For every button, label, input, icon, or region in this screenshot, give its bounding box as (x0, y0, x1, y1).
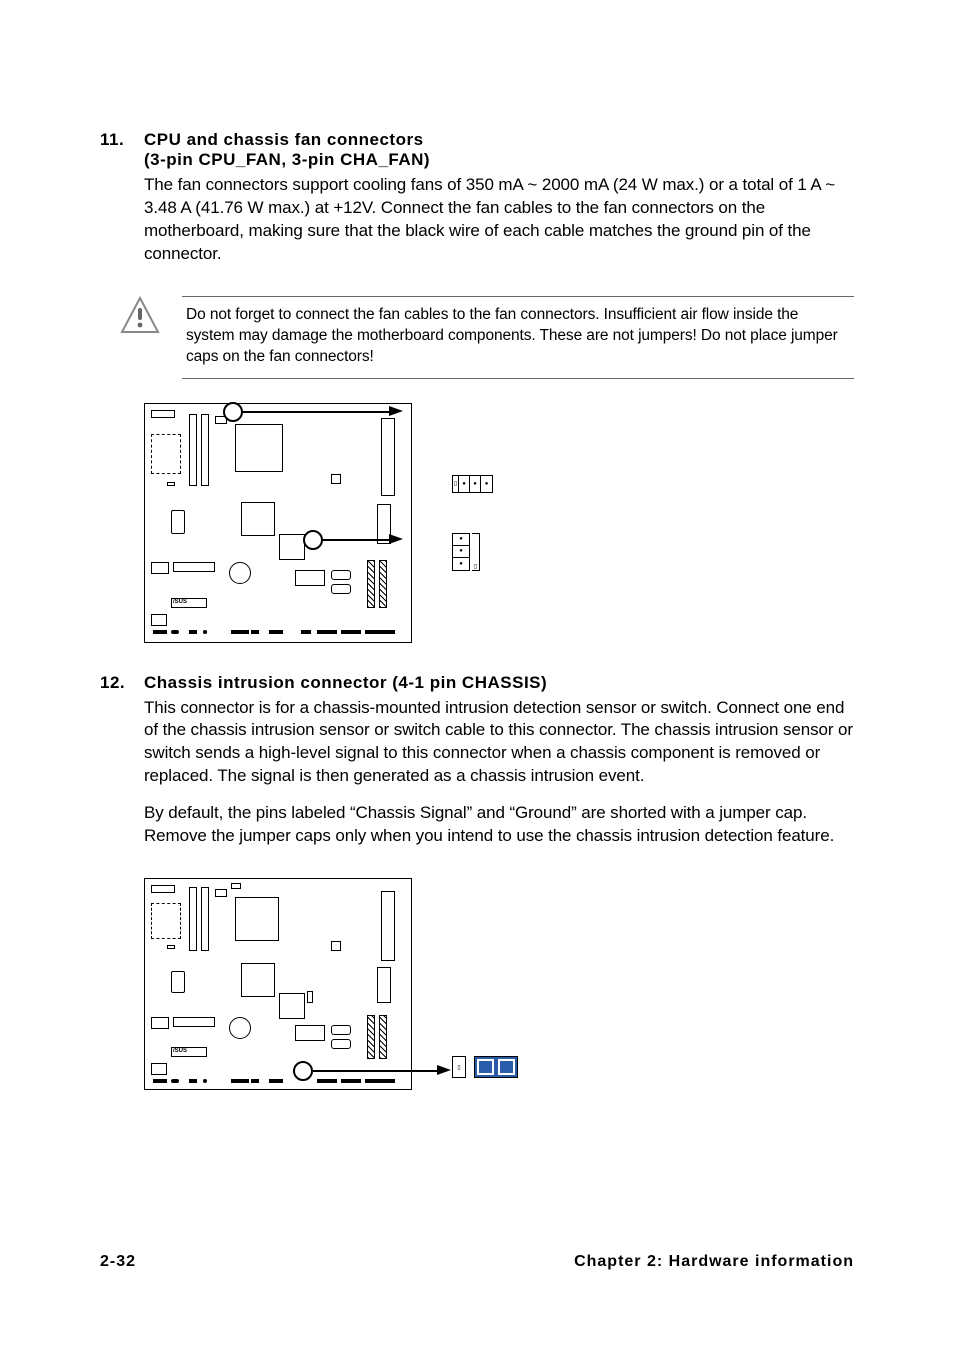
section-heading: 12. Chassis intrusion connector (4-1 pin… (100, 673, 854, 693)
warning-note: Do not forget to connect the fan cables … (120, 296, 854, 379)
section-body-1: This connector is for a chassis-mounted … (144, 697, 854, 789)
warning-text: Do not forget to connect the fan cables … (182, 296, 854, 379)
chassis-pin-diagram: ▯ (452, 1056, 518, 1078)
motherboard-outline: /SUS (144, 878, 412, 1090)
section-body-2: By default, the pins labeled “Chassis Si… (144, 802, 854, 848)
section-fan-connectors: 11. CPU and chassis fan connectors (3-pi… (100, 130, 854, 266)
title-line-2: (3-pin CPU_FAN, 3-pin CHA_FAN) (144, 150, 430, 169)
title-line-1: CPU and chassis fan connectors (144, 130, 424, 149)
section-body: The fan connectors support cooling fans … (144, 174, 854, 266)
warning-icon (120, 296, 160, 341)
section-chassis-intrusion: 12. Chassis intrusion connector (4-1 pin… (100, 673, 854, 849)
cha-fan-connector: ● ● ● ▯ (452, 533, 480, 571)
chassis-connector-diagram: /SUS ▯ (144, 878, 854, 1090)
chapter-title: Chapter 2: Hardware information (574, 1253, 854, 1271)
brand-label: /SUS (173, 599, 187, 605)
section-heading: 11. CPU and chassis fan connectors (3-pi… (100, 130, 854, 170)
page-number: 2-32 (100, 1253, 136, 1271)
cpu-fan-connector: ▯ ● ● ● (452, 475, 493, 493)
section-title: CPU and chassis fan connectors (3-pin CP… (144, 130, 854, 170)
section-number: 11. (100, 130, 144, 170)
brand-label: /SUS (173, 1048, 187, 1054)
motherboard-outline: /SUS (144, 403, 412, 643)
section-number: 12. (100, 673, 144, 693)
section-title: Chassis intrusion connector (4-1 pin CHA… (144, 673, 854, 693)
fan-connector-diagram: /SUS ▯ ● ● (144, 403, 854, 643)
fan-pin-diagrams: ▯ ● ● ● ● ● ● ▯ (452, 475, 493, 571)
page-footer: 2-32 Chapter 2: Hardware information (100, 1253, 854, 1271)
